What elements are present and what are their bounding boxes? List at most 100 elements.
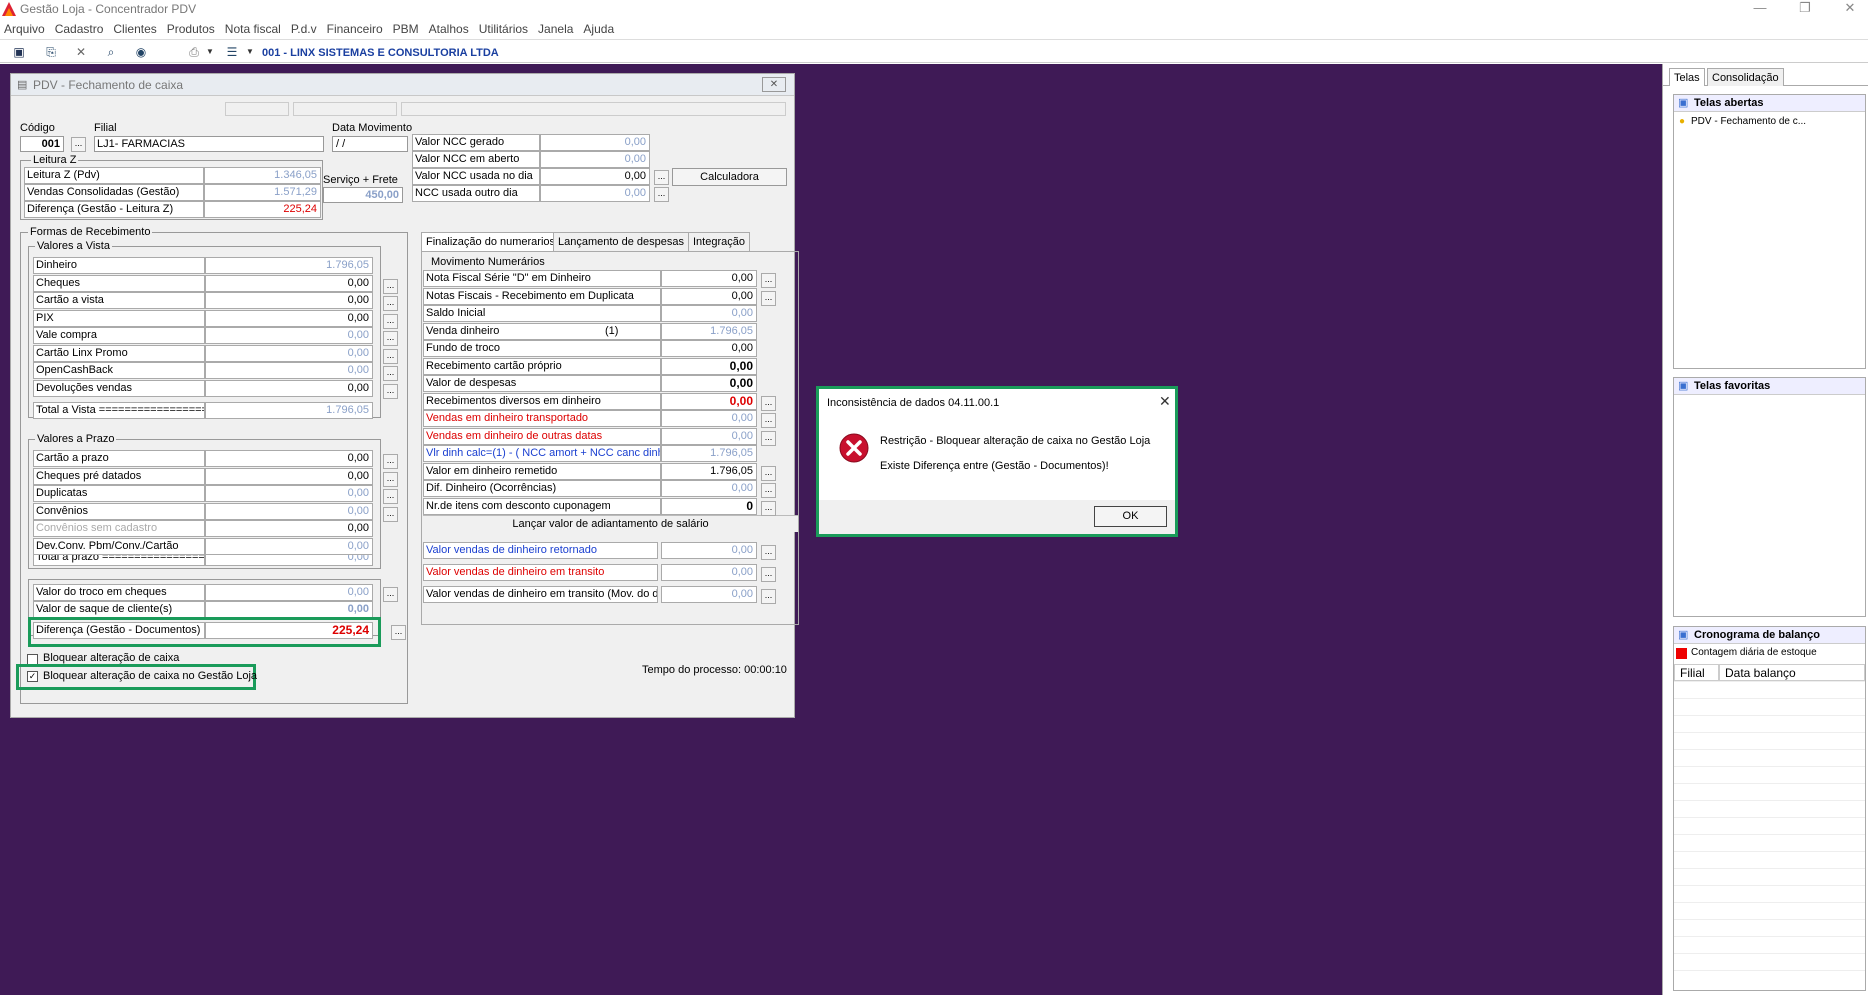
aprazo-value[interactable]: 0,00 xyxy=(205,520,373,537)
codigo-field[interactable]: 001 xyxy=(20,136,64,152)
avista-detail-button[interactable]: ... xyxy=(383,348,398,364)
troco-cheques-button[interactable]: ... xyxy=(383,587,398,602)
tab-consolidacao[interactable]: Consolidação xyxy=(1707,68,1784,86)
avista-value[interactable]: 0,00 xyxy=(205,274,373,292)
avista-value[interactable]: 1.796,05 xyxy=(205,257,373,274)
ncc-usada-dia-button[interactable]: ... xyxy=(654,170,669,185)
avista-value[interactable]: 0,00 xyxy=(205,327,373,344)
menu-pbm[interactable]: PBM xyxy=(389,20,423,36)
aprazo-value[interactable]: 0,00 xyxy=(205,502,373,520)
avista-detail-button[interactable]: ... xyxy=(383,296,398,311)
aprazo-value[interactable]: 0,00 xyxy=(205,537,373,555)
menu-ajuda[interactable]: Ajuda xyxy=(579,20,618,36)
movimento-detail-button[interactable]: ... xyxy=(761,483,776,498)
tab-lancamento-despesas[interactable]: Lançamento de despesas xyxy=(553,232,689,251)
list-icon[interactable]: ☰ xyxy=(224,44,240,60)
ncc-outro-dia-button[interactable]: ... xyxy=(654,187,669,202)
avista-detail-button[interactable]: ... xyxy=(383,313,398,329)
avista-detail-button[interactable]: ... xyxy=(383,331,398,346)
movimento-value[interactable]: 0,00 xyxy=(661,375,757,392)
menu-arquivo[interactable]: Arquivo xyxy=(0,20,49,36)
menu-produtos[interactable]: Produtos xyxy=(163,20,219,36)
movimento-label: Vlr dinh calc=(1) - ( NCC amort + NCC ca… xyxy=(423,445,661,462)
col-data-balanco[interactable]: Data balanço xyxy=(1719,664,1865,681)
close-window-button[interactable]: ✕ xyxy=(1835,0,1865,16)
avista-value[interactable]: 0,00 xyxy=(205,362,373,379)
movimento-value[interactable]: 0,00 xyxy=(661,357,757,375)
tab-integracao[interactable]: Integração xyxy=(688,232,750,251)
avista-value[interactable]: 0,00 xyxy=(205,344,373,362)
menu-clientes[interactable]: Clientes xyxy=(109,20,160,36)
minimize-button[interactable]: — xyxy=(1745,0,1775,16)
aprazo-value[interactable]: 0,00 xyxy=(205,450,373,467)
diferenca-docs-button[interactable]: ... xyxy=(391,625,406,640)
aprazo-detail-button[interactable]: ... xyxy=(383,454,398,469)
movimento-detail-button[interactable]: ... xyxy=(761,465,776,481)
aprazo-detail-button[interactable]: ... xyxy=(383,471,398,487)
aprazo-value[interactable]: 0,00 xyxy=(205,467,373,485)
filial-field[interactable]: LJ1- FARMACIAS xyxy=(94,136,324,152)
tab-finalizacao[interactable]: Finalização do numerarios xyxy=(421,232,561,251)
lancar-adiantamento-button[interactable]: Lançar valor de adiantamento de salário xyxy=(423,515,798,532)
avista-value[interactable]: 0,00 xyxy=(205,309,373,327)
movimento-value[interactable]: 0,00 xyxy=(661,287,757,305)
movimento-value[interactable]: 1.796,05 xyxy=(661,322,757,340)
vendas-detail-button[interactable]: ... xyxy=(761,545,776,560)
vendas-detail-button[interactable]: ... xyxy=(761,589,776,604)
movimento-detail-button[interactable]: ... xyxy=(761,500,776,516)
menu-nota-fiscal[interactable]: Nota fiscal xyxy=(221,20,285,36)
aprazo-detail-button[interactable]: ... xyxy=(383,489,398,504)
copy-icon[interactable]: ⎘ xyxy=(43,44,59,60)
telas-abertas-item[interactable]: PDV - Fechamento de c... xyxy=(1691,116,1806,127)
dialog-line1: Restrição - Bloquear alteração de caixa … xyxy=(880,435,1151,447)
ncc-usada-dia-value[interactable]: 0,00 xyxy=(540,168,650,185)
menu-financeiro[interactable]: Financeiro xyxy=(323,20,387,36)
tab-telas[interactable]: Telas xyxy=(1669,68,1705,86)
movimento-value[interactable]: 0,00 xyxy=(661,427,757,445)
data-movimento-field[interactable]: / / xyxy=(332,136,408,152)
movimento-detail-button[interactable]: ... xyxy=(761,273,776,288)
aprazo-detail-button[interactable]: ... xyxy=(383,506,398,522)
restore-button[interactable]: ❐ xyxy=(1790,0,1820,16)
settings-icon[interactable]: ◉ xyxy=(133,44,149,60)
movimento-value[interactable]: 0,00 xyxy=(661,410,757,427)
movimento-value[interactable]: 1.796,05 xyxy=(661,445,757,462)
print-icon[interactable]: ⎙ xyxy=(186,44,202,60)
movimento-value[interactable]: 0,00 xyxy=(661,392,757,410)
movimento-value[interactable]: 0,00 xyxy=(661,480,757,497)
avista-detail-button[interactable]: ... xyxy=(383,278,398,294)
close-icon[interactable]: ✕ xyxy=(1159,393,1171,410)
chevron-down-icon[interactable]: ▼ xyxy=(202,44,218,60)
col-filial[interactable]: Filial xyxy=(1674,664,1719,681)
delete-icon[interactable]: ✕ xyxy=(73,44,89,60)
movimento-value[interactable]: 0,00 xyxy=(661,305,757,322)
codigo-lookup-button[interactable]: ... xyxy=(71,137,86,152)
avista-detail-button[interactable]: ... xyxy=(383,383,398,399)
menu-janela[interactable]: Janela xyxy=(534,20,577,36)
menu-utilitarios[interactable]: Utilitários xyxy=(475,20,532,36)
avista-detail-button[interactable]: ... xyxy=(383,366,398,381)
movimento-value[interactable]: 0 xyxy=(661,497,757,515)
movimento-value[interactable]: 0,00 xyxy=(661,340,757,357)
movimento-detail-button[interactable]: ... xyxy=(761,290,776,306)
vendas-detail-button[interactable]: ... xyxy=(761,567,776,582)
movimento-detail-button[interactable]: ... xyxy=(761,430,776,446)
chevron-down-icon[interactable]: ▼ xyxy=(242,44,258,60)
avista-value[interactable]: 0,00 xyxy=(205,292,373,309)
movimento-value[interactable]: 1.796,05 xyxy=(661,462,757,480)
avista-value[interactable]: 0,00 xyxy=(205,379,373,397)
ok-button[interactable]: OK xyxy=(1094,506,1167,527)
menu-pdv[interactable]: P.d.v xyxy=(287,20,321,36)
movimento-detail-button[interactable]: ... xyxy=(761,395,776,411)
movimento-value[interactable]: 0,00 xyxy=(661,270,757,287)
calculadora-button[interactable]: Calculadora xyxy=(672,168,787,186)
telas-abertas-panel xyxy=(1673,94,1866,369)
save-icon[interactable]: ▣ xyxy=(11,44,27,60)
movimento-detail-button[interactable]: ... xyxy=(761,413,776,428)
close-icon[interactable]: ✕ xyxy=(762,77,786,92)
aprazo-value[interactable]: 0,00 xyxy=(205,485,373,502)
search-icon[interactable]: ⌕ xyxy=(103,44,119,60)
menu-cadastro[interactable]: Cadastro xyxy=(51,20,108,36)
menu-atalhos[interactable]: Atalhos xyxy=(425,20,473,36)
bloquear-gestao-checkbox[interactable]: ✓ xyxy=(27,671,38,682)
